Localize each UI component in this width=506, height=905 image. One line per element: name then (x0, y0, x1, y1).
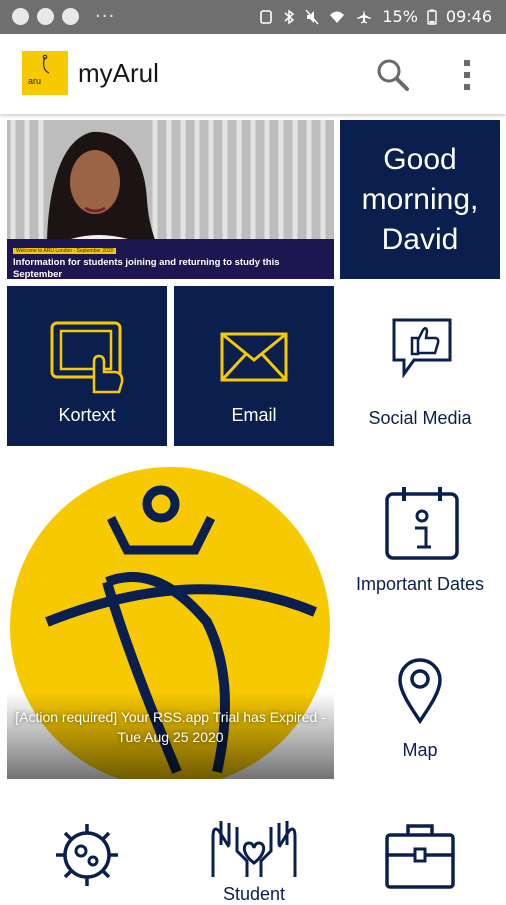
system-status: 15% 09:46 (259, 7, 492, 26)
hands-heart-icon (211, 821, 297, 877)
news-tag: Welcome to ARU London - September 2020 (13, 248, 117, 254)
search-button[interactable] (376, 58, 410, 92)
kortext-tile[interactable]: Kortext (7, 286, 167, 446)
battery-percent: 15% (382, 7, 418, 26)
clock: 09:46 (445, 7, 492, 26)
greeting-tile: Good morning, David (340, 120, 500, 279)
app-title: myArul (78, 58, 159, 88)
chat-notification-icon (12, 8, 29, 25)
news-caption: Welcome to ARU London - September 2020 I… (7, 239, 334, 279)
mute-icon (305, 9, 319, 24)
briefcase-icon (385, 824, 455, 889)
email-label: Email (231, 405, 277, 425)
aru-logo-mark: aru (28, 54, 50, 86)
aru-logo: aru (22, 51, 68, 95)
map-label: Map (402, 740, 438, 760)
tablet-touch-icon (50, 321, 124, 394)
email-tile[interactable]: Email (174, 286, 334, 446)
map-tile[interactable]: Map (340, 618, 500, 778)
important-dates-tile[interactable]: Important Dates (340, 452, 500, 612)
search-icon (377, 59, 409, 91)
news-banner[interactable]: Welcome to ARU London - September 2020 I… (7, 120, 334, 279)
airplane-mode-icon (357, 9, 372, 23)
important-dates-label: Important Dates (355, 574, 485, 594)
covid-tile[interactable] (7, 785, 167, 900)
message-notification-icon (62, 8, 79, 25)
battery-icon (427, 9, 437, 25)
kortext-label: Kortext (58, 405, 116, 425)
greeting-line1: Good (383, 142, 457, 176)
rss-feed-tile[interactable]: [Action required] Your RSS.app Trial has… (7, 452, 334, 779)
map-pin-icon (398, 658, 442, 724)
logo-text: aru (28, 76, 41, 86)
news-headline: Information for students joining and ret… (13, 257, 280, 279)
messenger-notification-icon (37, 8, 54, 25)
social-media-tile[interactable]: Social Media (340, 286, 500, 446)
student-tile[interactable]: Student (174, 785, 334, 904)
overflow-menu-button[interactable] (456, 58, 478, 92)
student-label: Student (222, 884, 286, 904)
social-media-label: Social Media (368, 408, 472, 428)
wifi-icon (330, 11, 345, 23)
notification-icons: ··· (12, 6, 116, 27)
more-vert-icon (464, 60, 470, 90)
calendar-info-icon (385, 487, 459, 560)
careers-tile[interactable] (340, 785, 500, 900)
envelope-icon (220, 332, 288, 382)
bluetooth-icon (284, 9, 295, 24)
greeting-line2: morning, (361, 182, 479, 216)
thumbs-up-chat-icon (392, 318, 452, 378)
nfc-icon (260, 9, 273, 24)
app-bar: aru myArul (0, 34, 506, 114)
status-bar: ··· 15% 09:46 (0, 0, 506, 34)
rss-message: [Action required] Your RSS.app Trial has… (15, 709, 326, 745)
more-notifications-icon: ··· (95, 6, 116, 27)
virus-icon (56, 824, 118, 886)
greeting-name: David (381, 222, 459, 256)
